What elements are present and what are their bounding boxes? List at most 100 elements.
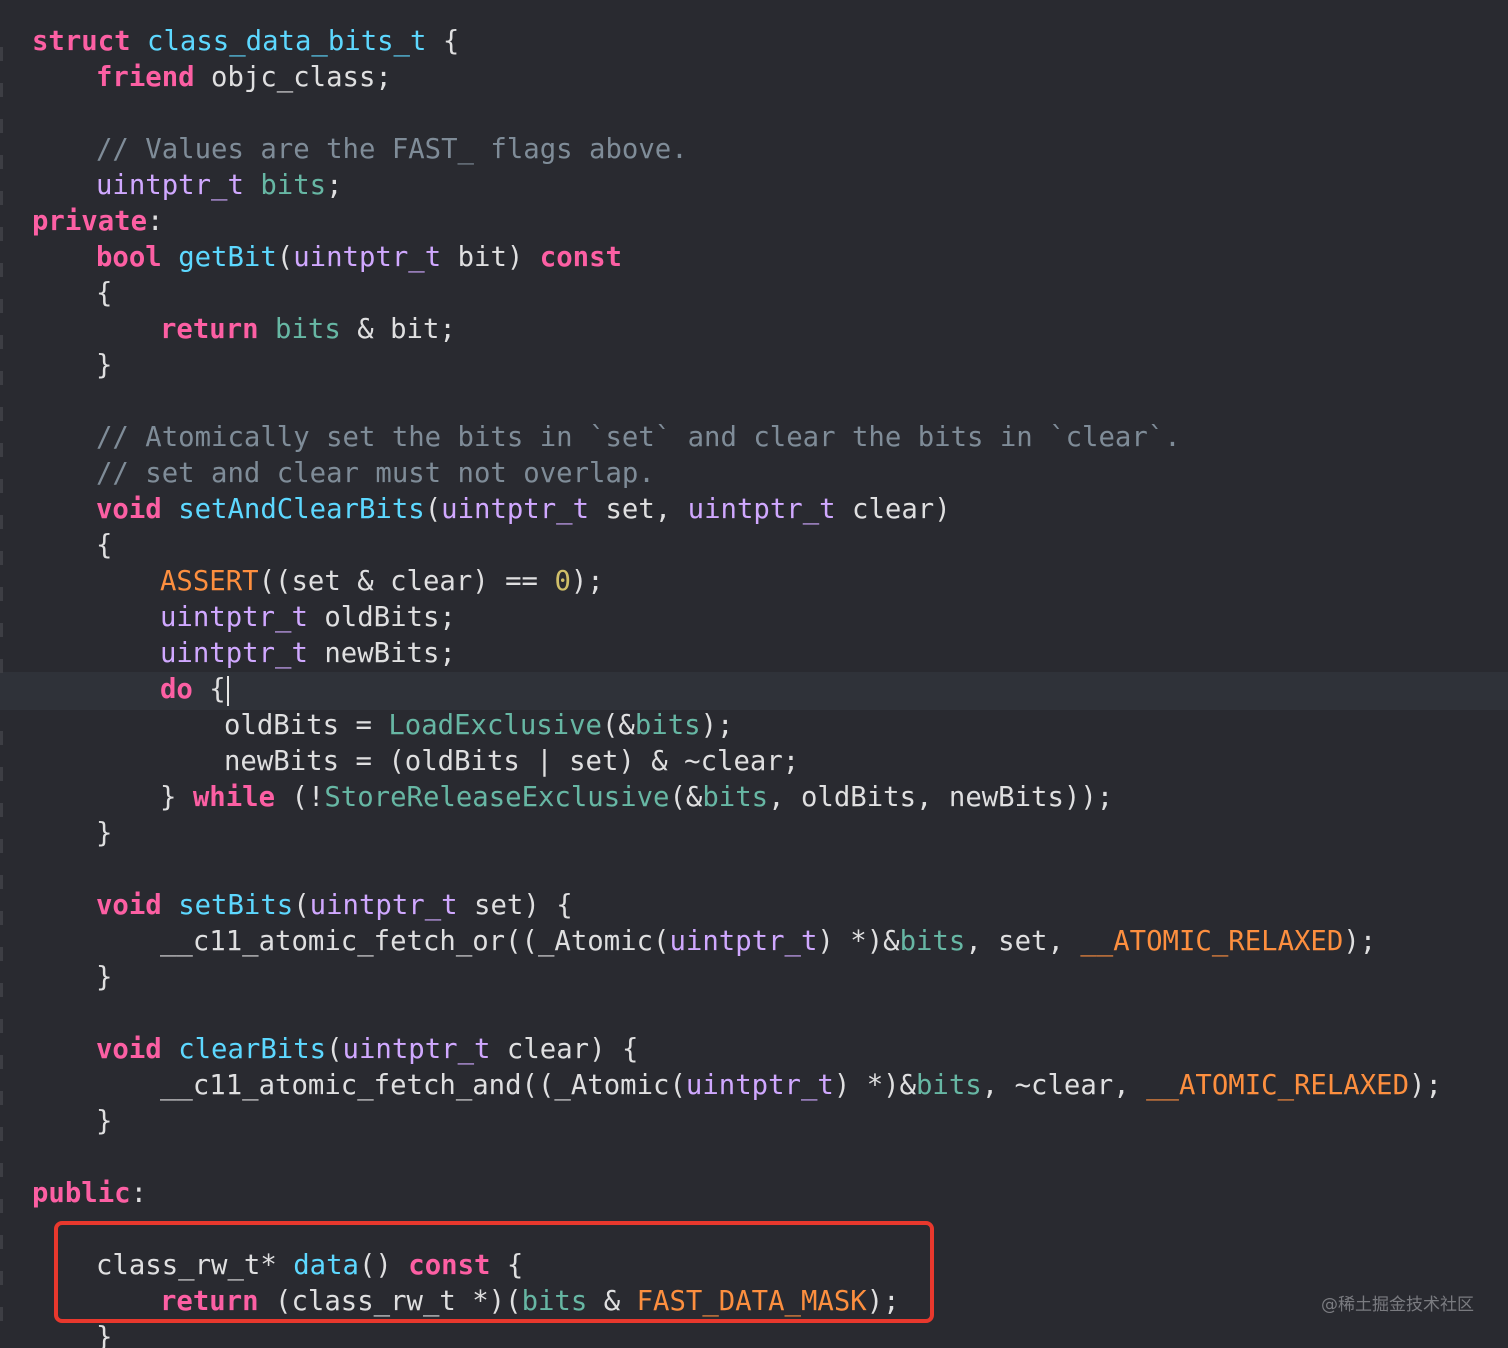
code-line-setbits-signature[interactable]: void setBits(uintptr_t set) { (96, 888, 573, 924)
code-line-setandclearbits-signature[interactable]: void setAndClearBits(uintptr_t set, uint… (96, 492, 951, 528)
punctuation: ; (326, 170, 343, 201)
gutter-marker (0, 263, 3, 277)
code-line-newbits-decl[interactable]: uintptr_t newBits; (160, 636, 456, 672)
gutter-marker (0, 947, 3, 961)
annotation-highlight-box (54, 1221, 934, 1323)
code-line-while[interactable]: } while (!StoreReleaseExclusive(&bits, o… (160, 780, 1113, 816)
gutter-marker (0, 119, 3, 133)
punctuation: ); (1409, 1070, 1442, 1101)
code-line-brace[interactable]: } (96, 1320, 112, 1348)
code-line-loadexclusive[interactable]: oldBits = LoadExclusive(&bits); (224, 708, 734, 744)
keyword: void (96, 1034, 162, 1065)
code-text: newBits = (oldBits | set) & ~clear; (224, 746, 800, 777)
code-editor[interactable]: struct class_data_bits_t { friend objc_c… (0, 0, 1508, 1348)
code-line-fetch-or[interactable]: __c11_atomic_fetch_or((_Atomic(uintptr_t… (160, 924, 1376, 960)
gutter-marker (0, 623, 3, 637)
gutter-marker (0, 767, 3, 781)
keyword: void (96, 890, 162, 921)
gutter-marker (0, 1199, 3, 1213)
gutter-marker (0, 335, 3, 349)
gutter-marker (0, 911, 3, 925)
function-name: setAndClearBits (178, 494, 425, 525)
punctuation: (& (602, 710, 635, 741)
keyword: struct (32, 26, 131, 57)
function-name: setBits (178, 890, 294, 921)
comment: // Atomically set the bits in `set` and … (96, 422, 1181, 453)
gutter-marker (0, 1271, 3, 1285)
punctuation: } (160, 782, 193, 813)
type-name: uintptr_t (160, 638, 308, 669)
punctuation: : (130, 1178, 148, 1209)
code-line-public[interactable]: public: (32, 1176, 147, 1212)
code-line-brace[interactable]: { (96, 276, 112, 312)
code-line-return-bits[interactable]: return bits & bit; (160, 312, 456, 348)
member-name: bits (275, 314, 341, 345)
code-line-brace[interactable]: { (96, 528, 112, 564)
type-name: class_data_bits_t (147, 26, 427, 57)
gutter-marker (0, 875, 3, 889)
punctuation: ( (326, 1034, 343, 1065)
code-text: objc_class; (194, 62, 392, 93)
keyword: friend (96, 62, 195, 93)
type-name: uintptr_t (293, 242, 442, 273)
gutter-marker (0, 551, 3, 565)
punctuation: ); (700, 710, 734, 741)
punctuation: { (426, 26, 460, 57)
gutter-marker (0, 155, 3, 169)
punctuation: ( (276, 242, 294, 273)
function-call: StoreReleaseExclusive (324, 782, 670, 813)
punctuation: } (96, 350, 113, 381)
code-text: ) *)& (817, 926, 900, 957)
punctuation: ( (424, 494, 442, 525)
code-line-private[interactable]: private: (32, 204, 163, 240)
type-name: uintptr_t (342, 1034, 491, 1065)
code-line-do[interactable]: do { (160, 672, 229, 708)
punctuation: ); (570, 566, 604, 597)
gutter-marker (0, 1163, 3, 1177)
code-line-brace[interactable]: } (96, 348, 112, 384)
code-text: clear) { (490, 1034, 639, 1065)
code-text: oldBits = (224, 710, 389, 741)
code-line-oldbits-decl[interactable]: uintptr_t oldBits; (160, 600, 456, 636)
member-name: bits (899, 926, 966, 957)
code-text: clear) (835, 494, 951, 525)
member-name: bits (260, 170, 327, 201)
code-line-clearbits-signature[interactable]: void clearBits(uintptr_t clear) { (96, 1032, 638, 1068)
type-name: uintptr_t (441, 494, 590, 525)
function-call: LoadExclusive (388, 710, 602, 741)
code-line-brace[interactable]: } (96, 816, 112, 852)
keyword: do (160, 674, 193, 705)
keyword: return (160, 314, 259, 345)
code-text: __c11_atomic_fetch_and((_Atomic( (160, 1070, 686, 1101)
code-line-comment[interactable]: // set and clear must not overlap. (96, 456, 655, 492)
gutter-marker (0, 1019, 3, 1033)
code-line-assert[interactable]: ASSERT((set & clear) == 0); (160, 564, 604, 600)
member-name: bits (702, 782, 769, 813)
punctuation: (! (275, 782, 325, 813)
code-line-struct-decl[interactable]: struct class_data_bits_t { (32, 24, 459, 60)
punctuation: : (147, 206, 164, 237)
code-line-getbit-signature[interactable]: bool getBit(uintptr_t bit) const (96, 240, 622, 276)
gutter-marker (0, 983, 3, 997)
code-line-comment[interactable]: // Atomically set the bits in `set` and … (96, 420, 1181, 456)
code-line-bits-field[interactable]: uintptr_t bits; (96, 168, 343, 204)
code-line-comment[interactable]: // Values are the FAST_ flags above. (96, 132, 688, 168)
gutter-marker (0, 515, 3, 529)
punctuation: } (96, 1106, 113, 1137)
code-line-fetch-and[interactable]: __c11_atomic_fetch_and((_Atomic(uintptr_… (160, 1068, 1442, 1104)
gutter-marker (0, 443, 3, 457)
type-name: uintptr_t (669, 926, 818, 957)
code-text: newBits; (307, 638, 456, 669)
keyword: void (96, 494, 162, 525)
punctuation: } (96, 1322, 113, 1348)
punctuation: (& (669, 782, 703, 813)
code-line-friend[interactable]: friend objc_class; (96, 60, 392, 96)
keyword: bool (96, 242, 162, 273)
code-text: __c11_atomic_fetch_or((_Atomic( (160, 926, 670, 957)
gutter-marker (0, 587, 3, 601)
punctuation: } (96, 818, 113, 849)
code-line-brace[interactable]: } (96, 960, 112, 996)
code-line-newbits-assign[interactable]: newBits = (oldBits | set) & ~clear; (224, 744, 799, 780)
gutter-marker (0, 1235, 3, 1249)
code-line-brace[interactable]: } (96, 1104, 112, 1140)
